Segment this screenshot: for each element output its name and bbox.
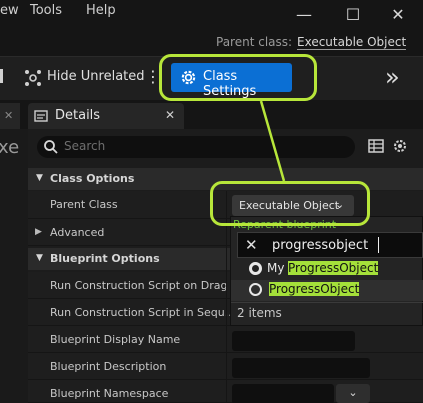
description-input[interactable] — [232, 358, 370, 378]
namespace-label: Blueprint Namespace — [50, 387, 169, 400]
parent-class-dropdown[interactable]: Executable Object ⌄ — [232, 195, 354, 216]
section-blueprint-options-label: Blueprint Options — [50, 252, 160, 265]
item-match-highlight: ProgressObject — [288, 261, 379, 275]
class-circle-icon — [249, 262, 262, 275]
menu-view[interactable]: ew — [0, 3, 19, 18]
namespace-input[interactable] — [232, 384, 334, 403]
class-settings-button[interactable]: Class Settings — [171, 63, 292, 99]
chevron-right-icon: ▶ — [35, 227, 42, 237]
parent-class-row-label: Parent Class — [50, 198, 118, 211]
tab-close-icon[interactable]: ✕ — [4, 109, 13, 122]
details-search-input[interactable]: Search — [37, 136, 355, 158]
tab-left-partial[interactable]: ✕ — [0, 103, 20, 129]
run-construction-seq-label: Run Construction Script in Sequ... — [50, 306, 236, 319]
popup-search-input[interactable]: ✕ progressobject — [237, 232, 423, 258]
text-cursor — [378, 237, 379, 253]
column-divider — [226, 191, 227, 403]
hide-unrelated-icon[interactable] — [24, 68, 42, 86]
details-tab-label: Details — [55, 108, 101, 123]
popup-item-my-progress-object[interactable]: My ProgressObject — [231, 259, 423, 280]
minimize-button[interactable]: — — [290, 4, 318, 26]
tab-details[interactable]: Details ✕ — [28, 103, 184, 129]
left-panel: xe — [0, 129, 28, 403]
section-class-options[interactable]: ▼ Class Options — [28, 168, 423, 190]
settings-gear-icon[interactable] — [392, 138, 408, 157]
gear-icon — [179, 68, 198, 91]
details-tab-close-icon[interactable]: ✕ — [165, 108, 175, 122]
menu-help[interactable]: Help — [86, 3, 116, 18]
popup-header: Reparent blueprint — [233, 218, 337, 231]
parent-class-label: Parent class: — [216, 35, 293, 49]
item-match-highlight: ProgressObject — [269, 282, 360, 296]
namespace-dropdown-button[interactable]: ⌄ — [336, 384, 370, 403]
parent-class-link[interactable]: Executable Object — [297, 35, 407, 50]
left-panel-title: xe — [0, 137, 20, 158]
toolbar-overflow-icon[interactable]: » — [385, 63, 400, 91]
class-sphere-icon — [249, 283, 262, 296]
chevron-down-icon: ▼ — [36, 253, 43, 263]
description-label: Blueprint Description — [50, 360, 167, 373]
section-class-options-label: Class Options — [50, 172, 135, 185]
popup-divider — [231, 302, 423, 303]
display-name-input[interactable] — [232, 331, 355, 351]
clear-search-icon[interactable]: ✕ — [245, 236, 258, 254]
maximize-button[interactable]: ☐ — [339, 4, 367, 26]
parent-class-value: Executable Object — [239, 199, 340, 212]
display-name-label: Blueprint Display Name — [50, 333, 181, 346]
search-placeholder: Search — [64, 139, 106, 153]
popup-search-value: progressobject — [272, 238, 369, 253]
close-window-button[interactable]: ✕ — [384, 4, 412, 26]
item-prefix: My — [267, 261, 285, 275]
hide-unrelated-button[interactable]: Hide Unrelated — [47, 69, 145, 84]
popup-item-count: 2 items — [237, 306, 282, 320]
advanced-label: Advanced — [50, 226, 105, 239]
search-icon — [43, 139, 59, 158]
popup-item-progress-object[interactable]: ProgressObject — [231, 280, 423, 301]
table-view-icon[interactable] — [368, 139, 384, 156]
parent-class-bar: Parent class: Executable Object — [0, 30, 423, 56]
details-tab-icon — [34, 109, 48, 126]
class-settings-label: Class Settings — [203, 69, 257, 99]
run-construction-drag-label: Run Construction Script on Drag — [50, 279, 228, 292]
more-options-icon[interactable]: ⋮ — [145, 67, 161, 86]
chevron-down-icon: ▼ — [36, 173, 43, 183]
chevron-down-icon: ⌄ — [335, 198, 345, 211]
menu-tools[interactable]: Tools — [30, 3, 62, 18]
toolbar-partial-icon — [0, 69, 6, 83]
